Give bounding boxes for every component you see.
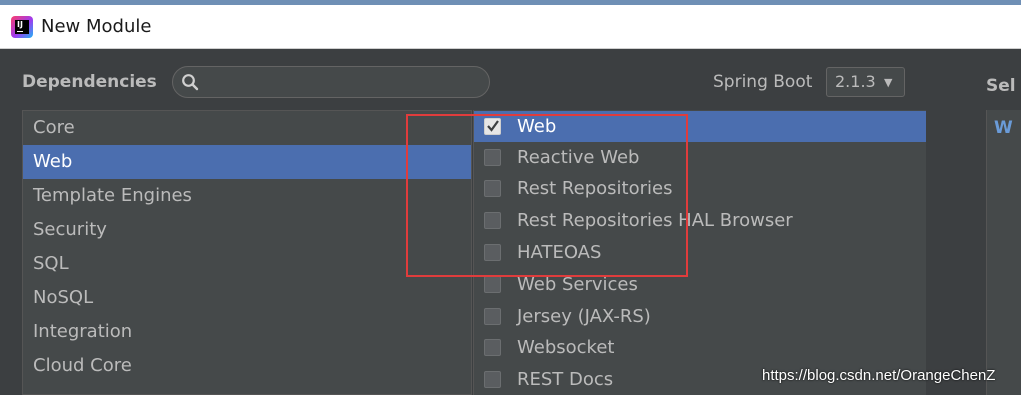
category-label: Cloud Core [33,355,132,376]
search-icon [182,74,199,91]
category-label: Integration [33,321,133,342]
category-list: Core Web Template Engines Security SQL N… [22,110,472,395]
category-label: Template Engines [33,185,192,206]
category-label: Core [33,117,75,138]
spring-boot-label: Spring Boot [713,72,813,92]
dependency-label: Jersey (JAX-RS) [517,306,651,327]
selected-dependencies-pane: W [986,110,1021,395]
spring-boot-version-value: 2.1.3 [835,72,876,91]
category-item-nosql[interactable]: NoSQL [23,281,471,315]
watermark: https://blog.csdn.net/OrangeChenZ [762,367,996,384]
category-label: NoSQL [33,287,94,308]
category-item-sql[interactable]: SQL [23,247,471,281]
dependency-label: REST Docs [517,369,614,390]
dependencies-label: Dependencies [22,72,157,92]
search-input[interactable] [205,70,475,94]
dependency-checkbox[interactable] [484,308,501,325]
dependency-checkbox[interactable] [484,339,501,356]
category-item-security[interactable]: Security [23,213,471,247]
chevron-down-icon: ▼ [884,76,893,89]
category-item-cloud-core[interactable]: Cloud Core [23,349,471,383]
new-module-dialog: Dependencies Spring Boot 2.1.3 ▼ Sel Cor… [0,50,1021,395]
selected-dependencies-label: Sel [986,76,1016,96]
window-title: New Module [41,16,152,37]
category-item-template-engines[interactable]: Template Engines [23,179,471,213]
dependency-checkbox[interactable] [484,371,501,388]
dependency-label: Websocket [517,337,615,358]
dependency-checkbox[interactable] [484,276,501,293]
category-label: SQL [33,253,69,274]
search-box[interactable] [172,66,490,98]
annotation-highlight-rectangle [406,114,688,277]
category-label: Security [33,219,107,240]
intellij-idea-icon: IJ [11,16,33,38]
category-label: Web [33,151,73,172]
dependency-item-websocket[interactable]: Websocket [474,332,926,363]
category-item-integration[interactable]: Integration [23,315,471,349]
selected-dependency-item[interactable]: W [994,118,1013,138]
dependency-item-jersey[interactable]: Jersey (JAX-RS) [474,301,926,332]
title-bar: IJ New Module [0,5,1021,49]
category-item-core[interactable]: Core [23,111,471,145]
category-item-web[interactable]: Web [23,145,471,179]
spring-boot-version-select[interactable]: 2.1.3 ▼ [826,67,905,97]
